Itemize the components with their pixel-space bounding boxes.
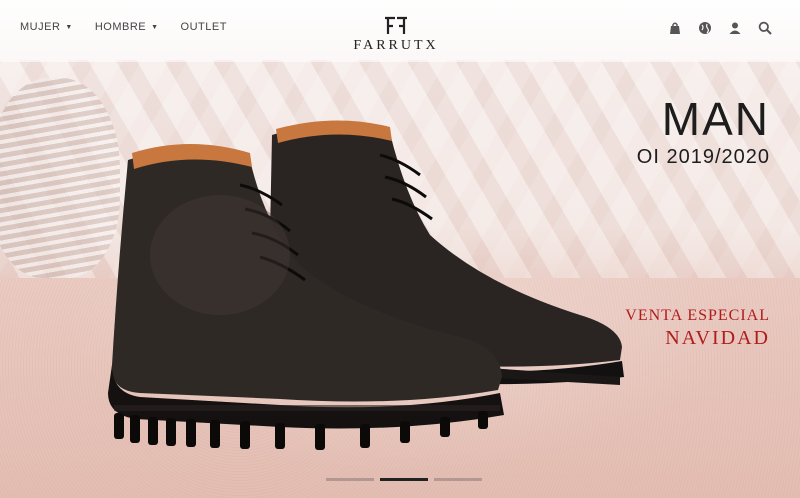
slide-indicator-1[interactable] — [326, 478, 374, 481]
header-icons — [666, 19, 774, 37]
headline-subtitle: OI 2019/2020 — [636, 146, 770, 168]
search-icon[interactable] — [756, 19, 774, 37]
brand-logo[interactable]: FARRUTX — [348, 16, 444, 54]
user-icon[interactable] — [726, 19, 744, 37]
main-nav: MUJER ▼ HOMBRE ▼ OUTLET — [20, 21, 227, 33]
promo-line-1: VENTA ESPECIAL — [625, 307, 770, 324]
logo-text: FARRUTX — [353, 38, 439, 53]
nav-item-hombre[interactable]: HOMBRE ▼ — [95, 21, 159, 33]
nav-item-label: HOMBRE — [94, 21, 147, 33]
nav-item-label: OUTLET — [180, 21, 227, 33]
logo-mark-icon — [385, 16, 407, 34]
slide-indicator-2[interactable] — [380, 478, 428, 481]
slide-indicator-3[interactable] — [434, 478, 482, 481]
bag-icon[interactable] — [666, 19, 684, 37]
nav-item-mujer[interactable]: MUJER ▼ — [20, 21, 73, 33]
slider-indicators — [326, 478, 482, 481]
promo-line-2: NAVIDAD — [665, 327, 770, 349]
site-header: MUJER ▼ HOMBRE ▼ OUTLET FARRUTX — [0, 0, 800, 62]
hero-banner[interactable] — [0, 0, 800, 498]
promo-text[interactable]: VENTA ESPECIAL NAVIDAD — [625, 307, 770, 350]
caret-down-icon: ▼ — [151, 23, 159, 31]
globe-icon[interactable] — [696, 19, 714, 37]
nav-item-outlet[interactable]: OUTLET — [181, 21, 227, 33]
collection-headline: MAN OI 2019/2020 — [637, 96, 770, 169]
boots-image — [108, 120, 624, 450]
headline-title: MAN — [661, 93, 770, 145]
nav-item-label: MUJER — [20, 21, 61, 33]
caret-down-icon: ▼ — [65, 23, 73, 31]
